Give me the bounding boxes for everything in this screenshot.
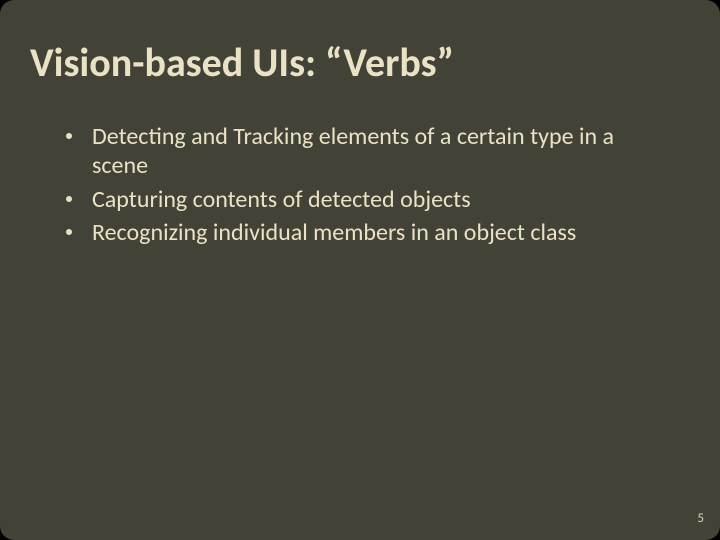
slide-body: Detecting and Tracking elements of a cer… [60, 122, 650, 251]
list-item: Detecting and Tracking elements of a cer… [60, 122, 650, 181]
list-item: Capturing contents of detected objects [60, 185, 650, 214]
bullet-list: Detecting and Tracking elements of a cer… [60, 122, 650, 247]
slide-title: Vision-based UIs: “Verbs” [30, 38, 454, 87]
list-item: Recognizing individual members in an obj… [60, 218, 650, 247]
page-number: 5 [697, 511, 704, 526]
slide: Vision-based UIs: “Verbs” Detecting and … [0, 0, 720, 540]
